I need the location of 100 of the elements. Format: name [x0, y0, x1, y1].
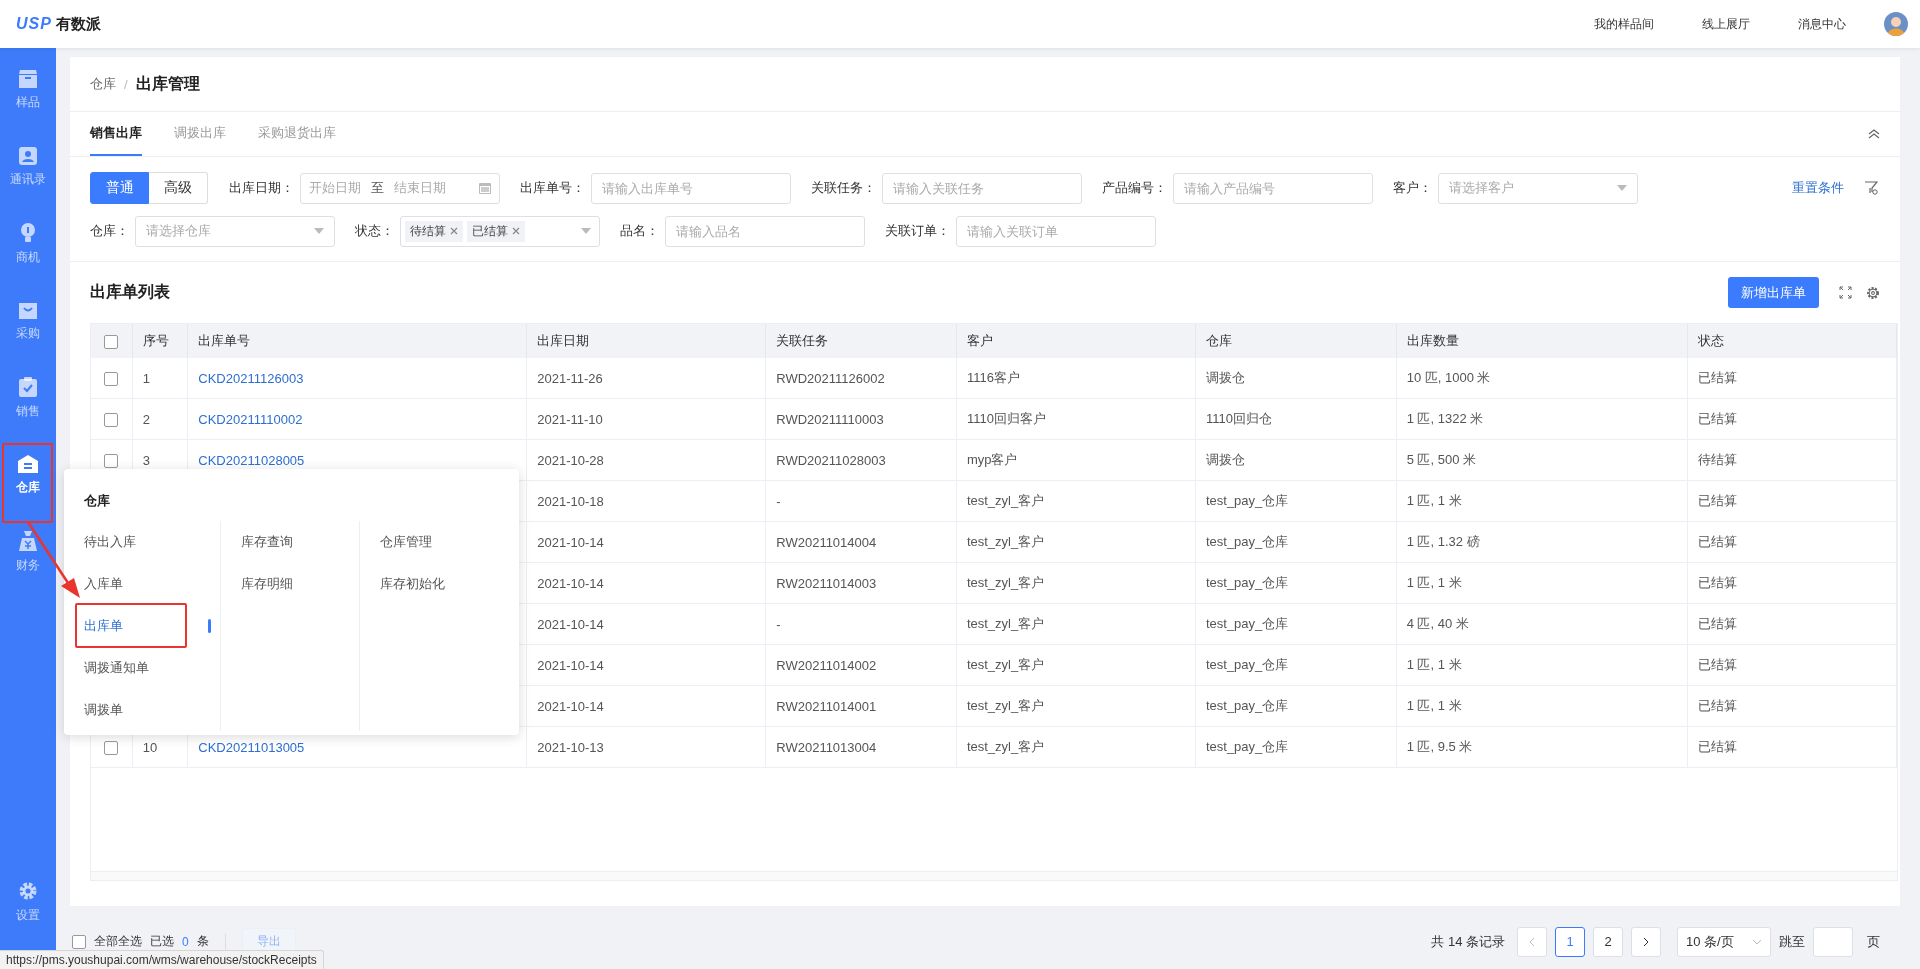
caret-icon [314, 228, 324, 234]
task-cell: - [776, 493, 781, 509]
input-field[interactable]: 请输入关联任务 [882, 172, 1082, 204]
date-range-field[interactable]: 开始日期 至 结束日期 [300, 172, 500, 204]
date-cell: 2021-10-28 [537, 452, 604, 468]
page-button[interactable]: 2 [1593, 926, 1623, 957]
column-header[interactable]: 出库日期 [537, 333, 590, 348]
nav-link[interactable]: 消息中心 [1798, 15, 1846, 33]
nav-link[interactable]: 我的样品间 [1594, 15, 1654, 33]
page-size-select[interactable]: 10 条/页 [1677, 926, 1771, 957]
settings-icon[interactable] [1866, 285, 1880, 300]
box-icon [18, 70, 38, 88]
column-header[interactable]: 客户 [966, 333, 993, 348]
reset-link[interactable]: 重置条件 [1792, 179, 1844, 197]
task-cell: RWD20211110003 [776, 411, 884, 427]
input-field[interactable]: 请输入关联订单 [956, 215, 1156, 247]
basket-icon [18, 301, 38, 319]
quantity-cell: 1 匹, 1.32 磅 [1406, 534, 1480, 549]
close-icon[interactable] [450, 227, 458, 235]
chevron-right-icon [1643, 936, 1649, 947]
filter-label: 客户： [1393, 179, 1432, 197]
tab[interactable]: 销售出库 [90, 112, 142, 156]
menu-item[interactable]: 待出入库 [84, 521, 221, 563]
task-cell: RW20211013004 [776, 739, 877, 755]
breadcrumb-separator: / [124, 76, 128, 92]
page-unit: 页 [1867, 932, 1880, 951]
checkbox[interactable] [72, 934, 86, 949]
menu-item[interactable]: 入库单 [84, 563, 221, 605]
add-button[interactable]: 新增出库单 [1728, 277, 1819, 308]
column-header[interactable]: 关联任务 [776, 333, 829, 348]
selected-unit: 条 [196, 933, 209, 950]
collapse-icon[interactable] [1868, 129, 1880, 139]
checkbox[interactable] [104, 740, 119, 755]
order-number-link[interactable]: CKD20211110002 [198, 411, 303, 427]
filter-label: 仓库： [90, 222, 129, 240]
nav-link[interactable]: 线上展厅 [1702, 15, 1750, 33]
task-cell: RW20211014002 [776, 657, 877, 673]
task-cell: - [776, 616, 781, 632]
order-number-link[interactable]: CKD20211013005 [198, 739, 305, 755]
page-jump-field[interactable] [1813, 926, 1853, 957]
warehouse-cell: test_pay_仓库 [1205, 616, 1289, 631]
checkbox[interactable] [104, 371, 119, 386]
order-number-link[interactable]: CKD20211028005 [198, 452, 305, 468]
customer-cell: 1110回归客户 [966, 411, 1046, 426]
url-tooltip: https://pms.youshupai.com/wms/warehouse/stockReceipts [0, 950, 324, 969]
date-cell: 2021-10-18 [537, 493, 604, 509]
checkbox[interactable] [104, 412, 119, 427]
menu-item[interactable]: 库存明细 [241, 563, 360, 605]
quantity-cell: 1 匹, 9.5 米 [1406, 739, 1473, 754]
warehouse-cell: 调拨仓 [1205, 370, 1245, 385]
order-number-link[interactable]: CKD20211126003 [198, 370, 304, 386]
checkbox[interactable] [104, 334, 119, 349]
column-header[interactable]: 状态 [1698, 333, 1725, 348]
menu-item[interactable]: 调拨通知单 [84, 647, 221, 689]
menu-item[interactable]: 调拨单 [84, 689, 221, 731]
filter-label: 出库日期： [229, 179, 294, 197]
calendar-icon [479, 182, 491, 194]
status-cell: 已结算 [1698, 411, 1738, 426]
filter-label: 状态： [355, 222, 394, 240]
seq-cell: 3 [142, 452, 151, 468]
fullscreen-icon[interactable] [1839, 286, 1852, 299]
filter-label: 关联任务： [811, 179, 876, 197]
breadcrumb-link[interactable]: 仓库 [90, 75, 116, 93]
date-cell: 2021-11-10 [537, 411, 603, 427]
menu-item[interactable]: 仓库管理 [380, 521, 499, 563]
menu-item[interactable]: 出库单 [84, 605, 221, 647]
avatar[interactable] [1884, 12, 1908, 36]
column-header[interactable]: 仓库 [1205, 333, 1232, 348]
input-field[interactable]: 请输入出库单号 [591, 172, 791, 204]
quantity-cell: 5 匹, 500 米 [1406, 452, 1477, 467]
selected-label: 已选 [150, 933, 174, 950]
checkbox[interactable] [104, 453, 119, 468]
column-header[interactable]: 出库单号 [198, 333, 251, 348]
customer-cell: test_zyl_客户 [966, 534, 1045, 549]
filter-icon[interactable] [1864, 181, 1878, 195]
warehouse-cell: test_pay_仓库 [1205, 575, 1289, 590]
quantity-cell: 1 匹, 1 米 [1406, 493, 1462, 508]
chevron-left-icon [1529, 936, 1535, 947]
task-cell: RW20211014004 [776, 534, 877, 550]
input-field[interactable]: 请输入产品编号 [1173, 172, 1373, 204]
input-field[interactable]: 请输入品名 [665, 215, 865, 247]
quantity-cell: 1 匹, 1322 米 [1406, 411, 1484, 426]
select-all-label: 全部全选 [94, 933, 142, 950]
quantity-cell: 1 匹, 1 米 [1406, 575, 1462, 590]
date-cell: 2021-11-26 [537, 370, 603, 386]
status-cell: 已结算 [1698, 657, 1738, 672]
select-field[interactable]: 待结算 已结算 [400, 215, 600, 247]
page-button[interactable]: 1 [1555, 926, 1585, 957]
sidebar-item[interactable]: 仓库 [0, 437, 56, 514]
column-header[interactable]: 出库数量 [1406, 333, 1459, 348]
menu-item[interactable]: 库存初始化 [380, 563, 499, 605]
close-icon[interactable] [512, 227, 520, 235]
status-tag[interactable]: 已结算 [467, 220, 525, 242]
warehouse-cell: 1110回归仓 [1205, 411, 1272, 426]
mode-toggle[interactable]: 高级 [149, 172, 208, 204]
status-tag[interactable]: 待结算 [405, 220, 463, 242]
customer-cell: test_zyl_客户 [966, 657, 1045, 672]
menu-item[interactable]: 库存查询 [241, 521, 360, 563]
active-indicator [208, 619, 212, 633]
mode-toggle[interactable]: 普通 [90, 172, 149, 204]
